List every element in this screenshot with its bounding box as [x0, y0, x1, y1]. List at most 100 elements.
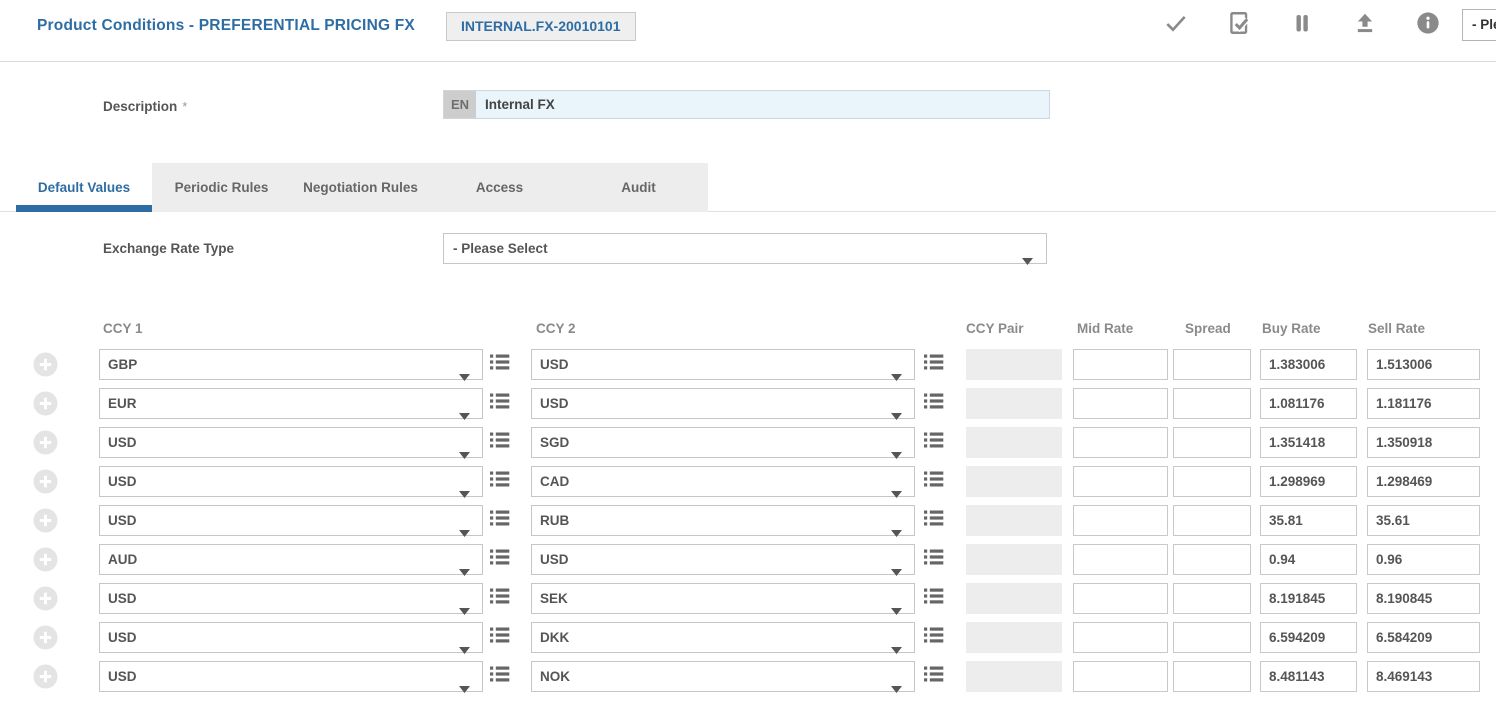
buy-rate-input[interactable]: 35.81: [1260, 505, 1357, 536]
ccy1-select[interactable]: USD: [99, 622, 483, 653]
mid-rate-input[interactable]: [1073, 505, 1168, 536]
spread-input[interactable]: [1173, 388, 1251, 419]
ccy2-lookup-button[interactable]: [922, 664, 946, 689]
buy-rate-input[interactable]: 1.298969: [1260, 466, 1357, 497]
ccy2-select[interactable]: NOK: [531, 661, 915, 692]
ccy2-select[interactable]: DKK: [531, 622, 915, 653]
mid-rate-input[interactable]: [1073, 427, 1168, 458]
ccy1-lookup-button[interactable]: [488, 430, 512, 455]
mid-rate-input[interactable]: [1073, 583, 1168, 614]
buy-rate-input[interactable]: 1.383006: [1260, 349, 1357, 380]
sell-rate-input[interactable]: 0.96: [1367, 544, 1480, 575]
ccy1-lookup-button[interactable]: [488, 625, 512, 650]
ccy2-select[interactable]: USD: [531, 349, 915, 380]
buy-rate-input[interactable]: 8.481143: [1260, 661, 1357, 692]
ccy1-select[interactable]: AUD: [99, 544, 483, 575]
ccy2-lookup-button[interactable]: [922, 625, 946, 650]
ccy2-select[interactable]: USD: [531, 544, 915, 575]
spread-input[interactable]: [1173, 661, 1251, 692]
ccy1-lookup-button[interactable]: [488, 352, 512, 377]
sell-rate-input[interactable]: 1.181176: [1367, 388, 1480, 419]
ccy1-lookup-button[interactable]: [488, 469, 512, 494]
sell-rate-input[interactable]: 8.469143: [1367, 661, 1480, 692]
spread-input[interactable]: [1173, 505, 1251, 536]
chevron-down-icon: [459, 674, 470, 703]
tab-periodic-rules[interactable]: Periodic Rules: [152, 163, 291, 212]
sell-rate-input[interactable]: 8.190845: [1367, 583, 1480, 614]
mid-rate-input[interactable]: [1073, 388, 1168, 419]
add-row-button[interactable]: [33, 625, 58, 650]
buy-rate-input[interactable]: 0.94: [1260, 544, 1357, 575]
mid-rate-input[interactable]: [1073, 622, 1168, 653]
add-row-button[interactable]: [33, 664, 58, 689]
mid-rate-input[interactable]: [1073, 466, 1168, 497]
sell-rate-input[interactable]: 35.61: [1367, 505, 1480, 536]
ccy2-select[interactable]: SGD: [531, 427, 915, 458]
ccy2-select[interactable]: CAD: [531, 466, 915, 497]
add-row-button[interactable]: [33, 508, 58, 533]
add-row-button[interactable]: [33, 469, 58, 494]
mid-rate-input[interactable]: [1073, 661, 1168, 692]
ccy1-lookup-button[interactable]: [488, 547, 512, 572]
tab-negotiation-rules[interactable]: Negotiation Rules: [291, 163, 430, 212]
sell-rate-input[interactable]: 1.350918: [1367, 427, 1480, 458]
hold-button[interactable]: [1289, 12, 1315, 39]
spread-input[interactable]: [1173, 466, 1251, 497]
ccy2-lookup-button[interactable]: [922, 469, 946, 494]
info-button[interactable]: [1415, 12, 1441, 39]
ccy2-lookup-button[interactable]: [922, 352, 946, 377]
add-row-button[interactable]: [33, 547, 58, 572]
ccy1-lookup-button[interactable]: [488, 586, 512, 611]
add-row-button[interactable]: [33, 391, 58, 416]
description-field[interactable]: EN Internal FX: [443, 90, 1050, 119]
buy-rate-input[interactable]: 6.594209: [1260, 622, 1357, 653]
spread-input[interactable]: [1173, 349, 1251, 380]
tab-bar: Default Values Periodic Rules Negotiatio…: [16, 163, 708, 212]
ccy1-select[interactable]: USD: [99, 505, 483, 536]
spread-input[interactable]: [1173, 622, 1251, 653]
exchange-rate-type-select[interactable]: - Please Select: [443, 233, 1047, 264]
ccy-pair-field: [966, 505, 1062, 536]
ccy2-lookup-button[interactable]: [922, 547, 946, 572]
buy-rate-input[interactable]: 8.191845: [1260, 583, 1357, 614]
add-row-button[interactable]: [33, 586, 58, 611]
spread-input[interactable]: [1173, 544, 1251, 575]
ccy1-lookup-button[interactable]: [488, 508, 512, 533]
upload-button[interactable]: [1352, 12, 1378, 39]
ccy2-select[interactable]: RUB: [531, 505, 915, 536]
ccy1-lookup-button[interactable]: [488, 391, 512, 416]
tab-default-values[interactable]: Default Values: [16, 163, 152, 212]
mid-rate-input[interactable]: [1073, 544, 1168, 575]
ccy1-lookup-button[interactable]: [488, 664, 512, 689]
add-row-button[interactable]: [33, 430, 58, 455]
buy-rate-input[interactable]: 1.351418: [1260, 427, 1357, 458]
sell-rate-input[interactable]: 1.513006: [1367, 349, 1480, 380]
approve-button[interactable]: [1163, 12, 1189, 39]
tab-audit[interactable]: Audit: [569, 163, 708, 212]
ccy2-select[interactable]: SEK: [531, 583, 915, 614]
sell-rate-input[interactable]: 6.584209: [1367, 622, 1480, 653]
add-row-button[interactable]: [33, 352, 58, 377]
ccy1-select[interactable]: EUR: [99, 388, 483, 419]
tab-access[interactable]: Access: [430, 163, 569, 212]
ccy2-lookup-button[interactable]: [922, 430, 946, 455]
spread-input[interactable]: [1173, 427, 1251, 458]
ccy2-lookup-button[interactable]: [922, 508, 946, 533]
spread-input[interactable]: [1173, 583, 1251, 614]
actions-dropdown[interactable]: - Please Select: [1462, 9, 1496, 41]
ccy1-select[interactable]: USD: [99, 466, 483, 497]
ccy2-lookup-button[interactable]: [922, 391, 946, 416]
validate-button[interactable]: [1226, 12, 1252, 39]
mid-rate-input[interactable]: [1073, 349, 1168, 380]
description-input[interactable]: Internal FX: [476, 91, 555, 118]
list-icon: [489, 625, 511, 650]
ccy1-select[interactable]: USD: [99, 583, 483, 614]
sell-rate-input[interactable]: 1.298469: [1367, 466, 1480, 497]
ccy2-lookup-button[interactable]: [922, 586, 946, 611]
buy-rate-input[interactable]: 1.081176: [1260, 388, 1357, 419]
ccy1-select[interactable]: GBP: [99, 349, 483, 380]
ccy1-select[interactable]: USD: [99, 661, 483, 692]
ccy2-select[interactable]: USD: [531, 388, 915, 419]
ccy1-select[interactable]: USD: [99, 427, 483, 458]
list-icon: [923, 469, 945, 494]
